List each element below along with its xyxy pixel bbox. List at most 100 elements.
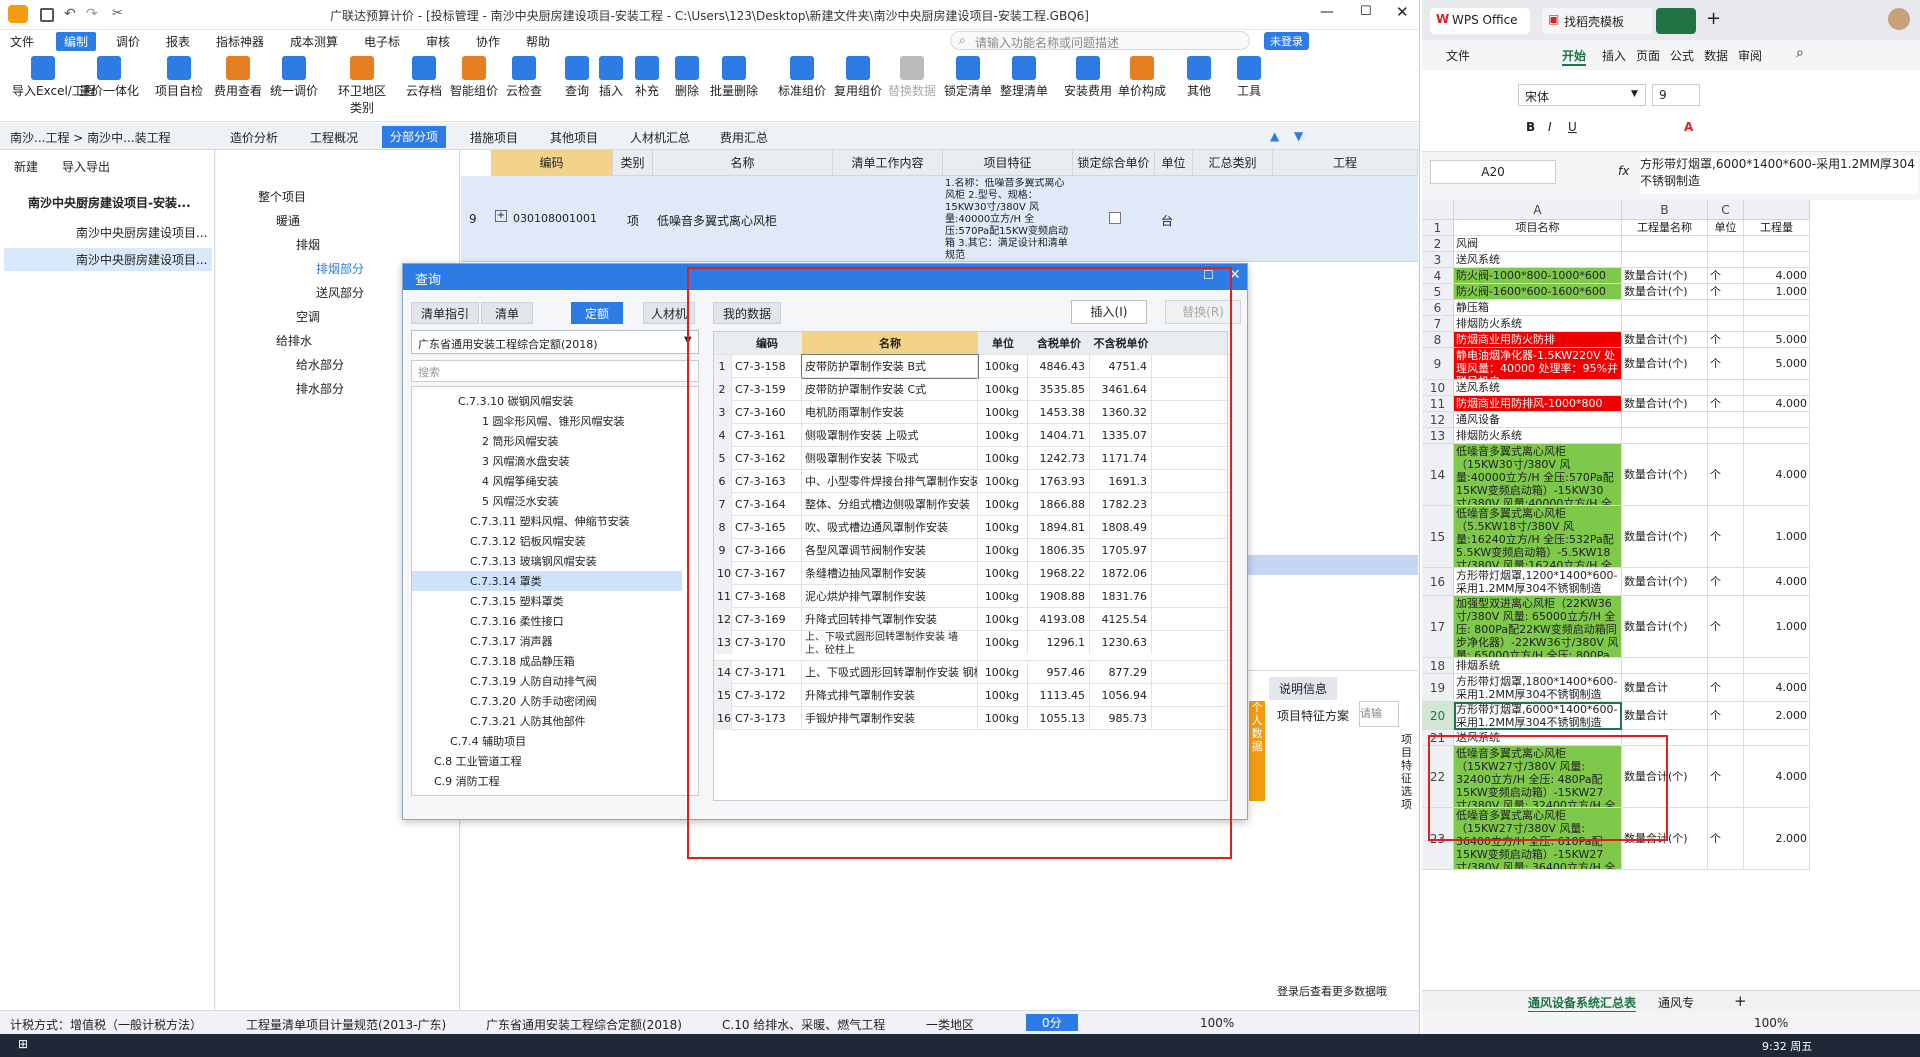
menu-review[interactable]: 审核	[426, 33, 450, 50]
install-fee-button[interactable]: 安装费用	[1062, 56, 1114, 99]
row-header[interactable]: 12	[1422, 412, 1454, 428]
tree-air-supply[interactable]: 送风部分	[316, 284, 364, 301]
row-header[interactable]: 13	[1422, 428, 1454, 444]
col-lock[interactable]: 锁定综合单价	[1073, 150, 1155, 176]
cell-a[interactable]: 加强型双进离心风柜（22KW36寸/380V 风量: 65000立方/H 全压:…	[1454, 596, 1622, 658]
cell-d[interactable]: 2.000	[1744, 702, 1810, 730]
cell-b[interactable]: 数量合计(个)	[1622, 268, 1708, 284]
cell-c[interactable]	[1708, 730, 1744, 746]
cell-b[interactable]	[1622, 380, 1708, 396]
down-arrow-icon[interactable]: ▼	[1294, 129, 1303, 143]
cell-c[interactable]	[1708, 380, 1744, 396]
project-unit[interactable]: 南沙中央厨房建设项目...	[76, 224, 207, 241]
size-select[interactable]: 9	[1652, 84, 1700, 106]
cell-d[interactable]: 4.000	[1744, 444, 1810, 506]
col-header-d[interactable]	[1744, 200, 1810, 220]
status-score[interactable]: 0分	[1026, 1014, 1078, 1031]
undo-icon[interactable]: ↶	[64, 6, 76, 22]
tree-node[interactable]: 5 风帽泛水安装	[482, 493, 559, 509]
font-select[interactable]: 宋体 ▼	[1518, 84, 1646, 106]
cloud-check-button[interactable]: 云检查	[504, 56, 544, 99]
row-header[interactable]: 15	[1422, 506, 1454, 568]
close-button[interactable]: ✕	[1396, 3, 1409, 21]
cell-d[interactable]	[1744, 730, 1810, 746]
cell-c[interactable]	[1708, 658, 1744, 674]
smart-price-button[interactable]: 智能组价	[448, 56, 500, 99]
corner-cell[interactable]	[1422, 200, 1454, 220]
col-type[interactable]: 类别	[613, 150, 653, 176]
menu-home[interactable]: 开始	[1562, 47, 1587, 66]
menu-data[interactable]: 数据	[1704, 47, 1728, 64]
cell-b[interactable]	[1622, 252, 1708, 268]
col-unit[interactable]: 单位	[1155, 150, 1193, 176]
cell-d[interactable]	[1744, 412, 1810, 428]
tree-node[interactable]: C.7.3.16 柔性接口	[470, 613, 564, 629]
cell-c[interactable]: 个	[1708, 746, 1744, 808]
tab-quota[interactable]: 定额	[571, 302, 623, 324]
minimize-button[interactable]: —	[1320, 4, 1334, 20]
cell-b[interactable]	[1622, 428, 1708, 444]
cell-a[interactable]: 低噪音多翼式离心风柜（5.5KW18寸/380V 风量:16240立方/H 全压…	[1454, 506, 1622, 568]
fx-icon[interactable]: fx	[1618, 164, 1629, 178]
cell-d[interactable]	[1744, 428, 1810, 444]
function-search-input[interactable]: ⌕ 请输入功能名称或问题描述	[950, 31, 1250, 50]
supplement-button[interactable]: 补充	[632, 56, 662, 99]
cell-d[interactable]: 5.000	[1744, 332, 1810, 348]
tab-other[interactable]: 其他项目	[550, 129, 598, 146]
tree-smoke-part[interactable]: 排烟部分	[316, 260, 364, 277]
menu-collab[interactable]: 协作	[476, 33, 500, 50]
lock-list-button[interactable]: 锁定清单	[942, 56, 994, 99]
cell-a[interactable]: 静压箱	[1454, 300, 1622, 316]
col-summary[interactable]: 汇总类别	[1193, 150, 1273, 176]
cell-d[interactable]	[1744, 236, 1810, 252]
col-header-a[interactable]: A	[1454, 200, 1622, 220]
orange-side-tab[interactable]: 个人数据	[1249, 701, 1265, 801]
standard-price-button[interactable]: 标准组价	[776, 56, 828, 99]
cloud-archive-button[interactable]: 云存档	[402, 56, 446, 99]
cell-d[interactable]: 4.000	[1744, 568, 1810, 596]
add-sheet-icon[interactable]: +	[1734, 992, 1747, 1010]
cell-b[interactable]	[1622, 412, 1708, 428]
unified-adjust-button[interactable]: 统一调价	[268, 56, 320, 99]
project-unit-selected[interactable]: 南沙中央厨房建设项目...	[4, 248, 212, 271]
tab-template[interactable]: ▣ 找稻壳模板	[1542, 8, 1652, 34]
sheet-tab-active[interactable]: 通风设备系统汇总表	[1528, 994, 1637, 1013]
row-header[interactable]: 14	[1422, 444, 1454, 506]
cell-c[interactable]	[1708, 300, 1744, 316]
integration-button[interactable]: 量价一体化	[78, 56, 140, 99]
quota-library-select[interactable]: 广东省通用安装工程综合定额(2018) ▼	[411, 330, 699, 354]
tree-node[interactable]: 4 风帽筝绳安装	[482, 473, 559, 489]
menu-adjust[interactable]: 调价	[116, 33, 140, 50]
tab-cost-analysis[interactable]: 造价分析	[230, 129, 278, 146]
cell-b[interactable]: 数量合计(个)	[1622, 596, 1708, 658]
tree-water[interactable]: 给排水	[276, 332, 312, 349]
organize-list-button[interactable]: 整理清单	[998, 56, 1050, 99]
menu-insert[interactable]: 插入	[1602, 47, 1626, 64]
row-header[interactable]: 11	[1422, 396, 1454, 412]
cell-b[interactable]: 数量合计(个)	[1622, 396, 1708, 412]
tree-node[interactable]: C.8 工业管道工程	[434, 753, 522, 769]
cell-b[interactable]: 数量合计	[1622, 702, 1708, 730]
cell-a[interactable]: 方形带灯烟罩,6000*1400*600-采用1.2MM厚304不锈钢制造	[1454, 702, 1622, 730]
feature-input[interactable]: 请输入...	[1359, 701, 1399, 727]
col-code[interactable]: 编码	[491, 150, 613, 176]
redo-icon[interactable]: ↷	[86, 6, 98, 22]
cell-b[interactable]: 数量合计(个)	[1622, 348, 1708, 380]
cell-b[interactable]	[1622, 658, 1708, 674]
cell-a[interactable]: 排烟防火系统	[1454, 316, 1622, 332]
cell-c[interactable]	[1708, 252, 1744, 268]
cell-b[interactable]: 数量合计	[1622, 674, 1708, 702]
cell-c[interactable]: 单位	[1708, 220, 1744, 236]
row-header[interactable]: 19	[1422, 674, 1454, 702]
menu-edit[interactable]: 编制	[56, 32, 97, 51]
row-header[interactable]: 1	[1422, 220, 1454, 236]
cell-c[interactable]: 个	[1708, 332, 1744, 348]
row-header[interactable]: 20	[1422, 702, 1454, 730]
tree-hvac[interactable]: 暖通	[276, 212, 300, 229]
cell-a[interactable]: 排烟防火系统	[1454, 428, 1622, 444]
tree-node[interactable]: 1 圆伞形风帽、锥形风帽安装	[482, 413, 625, 429]
search-icon[interactable]: ⌕	[1796, 45, 1804, 61]
tab-fee-summary[interactable]: 费用汇总	[720, 129, 768, 146]
vertical-feature-tab[interactable]: 项目特征选项	[1401, 733, 1415, 811]
menu-file[interactable]: 文件	[10, 33, 34, 50]
